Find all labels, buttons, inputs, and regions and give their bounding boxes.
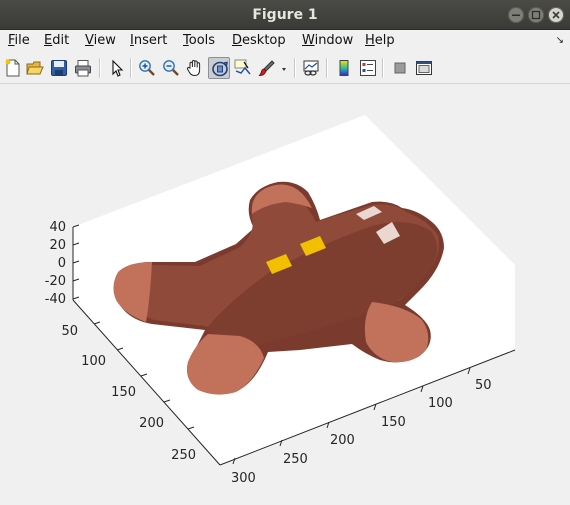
y-tick-label: 100 — [81, 354, 106, 369]
data-cursor-icon[interactable] — [232, 57, 254, 79]
minimize-icon[interactable] — [508, 7, 524, 23]
pan-hand-icon[interactable] — [184, 57, 206, 79]
menu-help-mnemonic: H — [365, 33, 375, 48]
y-tick-label: 200 — [139, 416, 164, 431]
menu-insert-rest: nsert — [133, 33, 168, 48]
menu-file-rest: ile — [14, 33, 30, 48]
toolbar-separator — [99, 58, 101, 78]
menu-desktop-rest: esktop — [242, 33, 286, 48]
menu-help-rest: elp — [374, 33, 395, 48]
menu-help[interactable]: Help — [365, 33, 395, 48]
x-tick-label: 250 — [283, 452, 308, 467]
save-icon[interactable] — [48, 57, 70, 79]
window-title: Figure 1 — [252, 7, 318, 23]
menu-edit-rest: dit — [52, 33, 70, 48]
show-plot-tools-icon[interactable] — [413, 57, 435, 79]
z-tick-label: -20 — [45, 274, 66, 289]
menu-edit[interactable]: Edit — [44, 33, 69, 48]
insert-legend-icon[interactable] — [357, 57, 379, 79]
menu-tools-rest: ools — [188, 33, 216, 48]
x-tick-label: 300 — [231, 471, 256, 486]
open-file-icon[interactable] — [24, 57, 46, 79]
menu-edit-mnemonic: E — [44, 33, 53, 48]
menu-view-mnemonic: V — [85, 33, 94, 48]
menu-desktop-mnemonic: D — [232, 33, 243, 48]
figure-window: Figure 1 File Edit View Insert Tools Des… — [0, 0, 570, 505]
menu-insert[interactable]: Insert — [130, 33, 167, 48]
link-plot-icon[interactable] — [300, 57, 322, 79]
menu-window[interactable]: Window — [302, 33, 353, 48]
axes-3d[interactable]: 40 20 0 -20 -40 50 100 150 200 250 50 10… — [0, 84, 570, 505]
z-tick-label: 40 — [49, 220, 66, 235]
x-tick-label: 150 — [381, 415, 406, 430]
dock-arrow-icon[interactable]: ↘ — [556, 35, 564, 46]
brush-dropdown-icon[interactable] — [278, 57, 290, 79]
menu-view[interactable]: View — [85, 33, 116, 48]
figure-canvas[interactable]: 40 20 0 -20 -40 50 100 150 200 250 50 10… — [0, 84, 570, 505]
close-icon[interactable] — [548, 7, 564, 23]
y-tick-label: 250 — [171, 448, 196, 463]
z-tick-label: -40 — [45, 292, 66, 307]
x-tick-label: 100 — [428, 396, 453, 411]
x-tick-label: 50 — [475, 378, 492, 393]
menu-tools[interactable]: Tools — [183, 33, 215, 48]
maximize-icon[interactable] — [528, 7, 544, 23]
insert-colorbar-icon[interactable] — [333, 57, 355, 79]
brush-icon[interactable] — [256, 57, 278, 79]
title-bar[interactable]: Figure 1 — [0, 0, 570, 30]
menu-window-rest: indow — [314, 33, 354, 48]
zoom-in-icon[interactable] — [136, 57, 158, 79]
y-tick-label: 50 — [61, 324, 78, 339]
print-icon[interactable] — [72, 57, 94, 79]
toolbar-separator — [130, 58, 132, 78]
toolbar-separator — [326, 58, 328, 78]
z-tick-label: 0 — [58, 256, 66, 271]
menu-view-rest: iew — [93, 33, 116, 48]
menu-bar: File Edit View Insert Tools Desktop Wind… — [0, 30, 570, 52]
figure-toolbar — [0, 52, 570, 84]
y-tick-label: 150 — [111, 385, 136, 400]
toolbar-separator — [382, 58, 384, 78]
new-figure-icon[interactable] — [2, 57, 24, 79]
x-tick-label: 200 — [330, 433, 355, 448]
menu-file[interactable]: File — [8, 33, 30, 48]
edit-plot-pointer-icon[interactable] — [106, 57, 128, 79]
menu-window-mnemonic: W — [302, 33, 315, 48]
zoom-out-icon[interactable] — [160, 57, 182, 79]
rotate-3d-icon[interactable] — [208, 57, 230, 79]
menu-desktop[interactable]: Desktop — [232, 33, 286, 48]
z-tick-label: 20 — [49, 238, 66, 253]
hide-plot-tools-icon[interactable] — [389, 57, 411, 79]
toolbar-separator — [294, 58, 296, 78]
